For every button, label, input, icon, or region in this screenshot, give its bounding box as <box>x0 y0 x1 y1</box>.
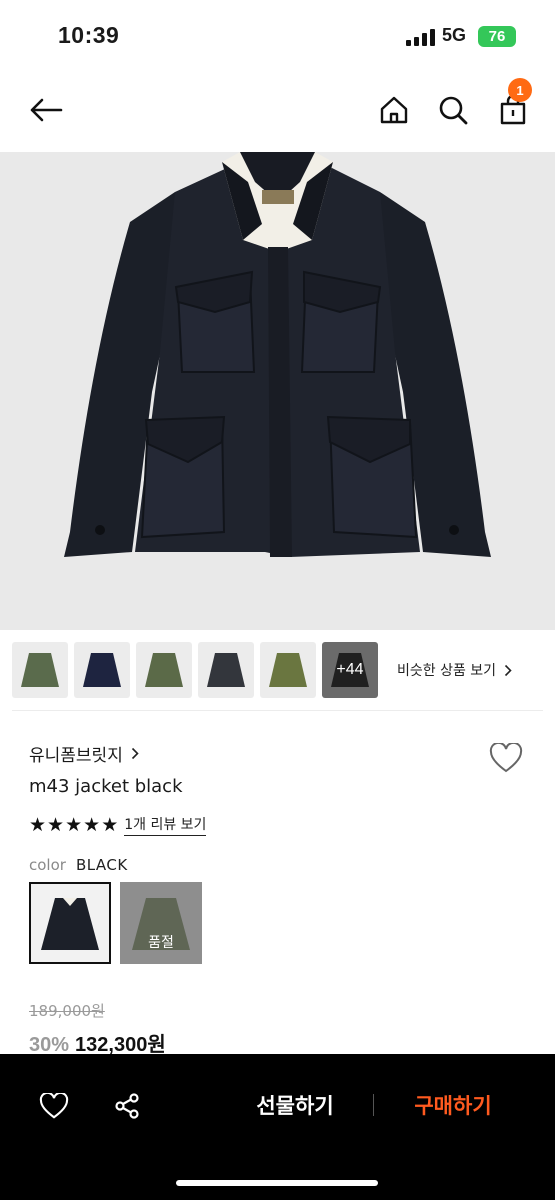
chevron-right-icon <box>504 664 512 676</box>
jacket-thumbnail-image <box>269 653 307 687</box>
divider <box>12 710 543 711</box>
jacket-thumbnail-image <box>145 653 183 687</box>
battery-level: 76 <box>488 28 506 45</box>
home-indicator <box>176 1180 378 1186</box>
color-swatch-black[interactable] <box>29 882 111 964</box>
bottom-action-bar: 선물하기 구매하기 <box>0 1054 555 1200</box>
buy-button[interactable]: 구매하기 <box>388 1090 518 1120</box>
product-image[interactable] <box>0 152 555 630</box>
bottom-wishlist-button[interactable] <box>34 1086 74 1126</box>
soldout-label: 품절 <box>148 935 174 951</box>
thumbnail-2[interactable] <box>74 642 130 698</box>
divider <box>373 1094 374 1116</box>
star-icon: ★ <box>101 813 119 836</box>
jacket-thumbnail-image <box>21 653 59 687</box>
star-icon: ★ <box>65 813 83 836</box>
review-link[interactable]: 1개 리뷰 보기 <box>124 814 207 836</box>
color-value: BLACK <box>75 856 128 874</box>
brand-link[interactable]: 유니폼브릿지 <box>29 741 139 766</box>
jacket-image <box>64 152 491 557</box>
sale-price: 132,300원 <box>75 1034 166 1056</box>
home-button[interactable] <box>374 90 414 130</box>
cart-count-badge: 1 <box>508 78 532 102</box>
gift-button[interactable]: 선물하기 <box>230 1090 360 1120</box>
back-arrow-icon <box>30 98 63 122</box>
more-thumbnails-button[interactable]: +44 <box>322 642 378 698</box>
product-title: m43 jacket black <box>29 776 183 797</box>
share-icon <box>115 1093 139 1119</box>
jacket-thumbnail-image <box>83 653 121 687</box>
jacket-swatch-image <box>41 898 99 950</box>
thumbnail-3[interactable] <box>136 642 192 698</box>
similar-products-label: 비슷한 상품 보기 <box>397 663 497 679</box>
back-button[interactable] <box>26 90 66 130</box>
thumbnail-4[interactable] <box>198 642 254 698</box>
share-button[interactable] <box>107 1086 147 1126</box>
star-icon: ★ <box>83 813 101 836</box>
thumbnail-5[interactable] <box>260 642 316 698</box>
brand-name: 유니폼브릿지 <box>29 746 123 766</box>
chevron-right-icon <box>131 747 139 760</box>
battery-icon: 76 <box>478 26 516 47</box>
color-label: color <box>29 856 66 874</box>
thumbnail-1[interactable] <box>12 642 68 698</box>
heart-icon <box>489 743 523 773</box>
original-price: 189,000원 <box>29 1002 105 1020</box>
rating-row: ★ ★ ★ ★ ★ 1개 리뷰 보기 <box>29 813 207 836</box>
similar-products-link[interactable]: 비슷한 상품 보기 <box>397 660 512 680</box>
thumbnail-strip: +44 <box>12 642 378 698</box>
star-icon: ★ <box>29 813 47 836</box>
search-icon <box>439 96 468 125</box>
color-swatch-olive[interactable]: 품절 <box>120 882 202 964</box>
wishlist-button[interactable] <box>486 738 526 778</box>
star-rating: ★ ★ ★ ★ ★ <box>29 813 119 836</box>
price-row: 30% 132,300원 <box>29 1028 166 1057</box>
star-icon: ★ <box>47 813 65 836</box>
network-label: 5G <box>442 25 467 45</box>
status-time: 10:39 <box>58 22 120 48</box>
search-button[interactable] <box>433 90 473 130</box>
color-selector-label: color BLACK <box>29 856 128 874</box>
signal-icon <box>406 28 436 46</box>
heart-icon <box>39 1093 69 1119</box>
top-nav <box>0 78 555 142</box>
jacket-thumbnail-image <box>207 653 245 687</box>
home-icon <box>380 96 408 124</box>
more-count-label: +44 <box>336 661 364 678</box>
status-bar: 10:39 5G 76 <box>0 0 555 70</box>
